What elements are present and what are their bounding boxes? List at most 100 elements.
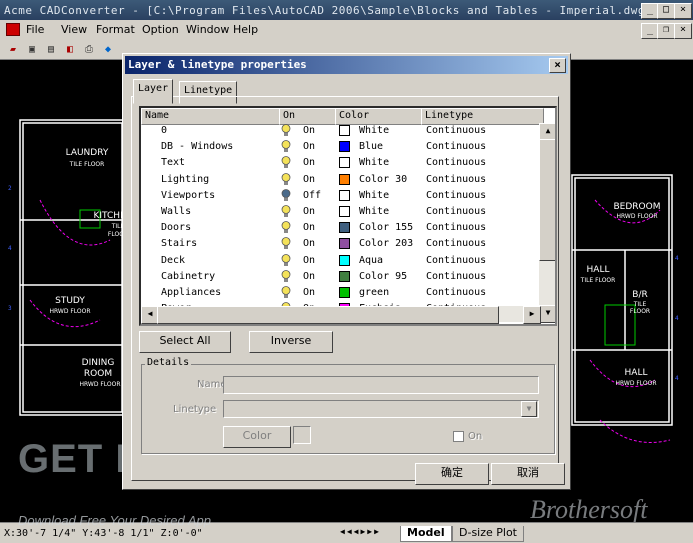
ok-button[interactable]: 确定	[415, 463, 489, 485]
vertical-scrollbar[interactable]: ▲ ▼	[539, 123, 555, 323]
layers-icon[interactable]: ◆	[100, 42, 116, 57]
lightbulb-icon[interactable]	[281, 205, 291, 218]
print-icon[interactable]: ⎙	[81, 42, 97, 57]
color-swatch[interactable]	[339, 189, 350, 201]
watermark-tagline: Download Free Your Desired App	[18, 513, 211, 528]
save-icon[interactable]: ▣	[24, 42, 40, 57]
room-floor-bedroom: HRWD FLOOR	[616, 213, 657, 220]
on-checkbox[interactable]	[453, 431, 464, 442]
hscroll-thumb[interactable]	[157, 306, 499, 324]
color-swatch-preview	[293, 426, 311, 444]
maximize-button[interactable]: □	[657, 3, 675, 19]
color-swatch[interactable]	[339, 270, 350, 282]
layer-row[interactable]: Text On White Continuous	[141, 155, 539, 171]
lightbulb-icon[interactable]	[281, 140, 291, 153]
cancel-button[interactable]: 取消	[491, 463, 565, 485]
lightbulb-icon[interactable]	[281, 188, 291, 202]
layer-on-state: On	[303, 270, 316, 282]
color-swatch[interactable]	[339, 125, 350, 136]
svg-text:4: 4	[675, 315, 679, 322]
layer-row[interactable]: Doors On Color 155 Continuous	[141, 220, 539, 236]
room-floor-dining: HRWD FLOOR	[79, 381, 120, 388]
horizontal-scrollbar[interactable]: ◀ ▶	[141, 306, 541, 324]
room-floor-study: HRWD FLOOR	[49, 308, 90, 315]
layer-name: Stairs	[161, 238, 198, 250]
room-floor-hall-1: TILE FLOOR	[580, 277, 616, 284]
doc-restore-button[interactable]: ❐	[657, 23, 675, 39]
layer-row[interactable]: Walls On White Continuous	[141, 204, 539, 220]
color-button[interactable]: Color	[223, 426, 291, 448]
color-swatch[interactable]	[339, 238, 350, 250]
select-all-button[interactable]: Select All	[139, 331, 231, 353]
layer-name: DB - Windows	[161, 141, 234, 153]
lightbulb-icon[interactable]	[281, 124, 291, 137]
color-swatch[interactable]	[339, 141, 350, 153]
chevron-down-icon[interactable]: ▼	[521, 401, 537, 417]
tab-d-size-plot[interactable]: D-size Plot	[452, 526, 524, 542]
room-floor-laundry: TILE FLOOR	[69, 161, 105, 168]
coordinates-readout: X:30'-7 1/4" Y:43'-8 1/1" Z:0'-0"	[4, 528, 203, 539]
color-swatch[interactable]	[339, 206, 350, 217]
lightbulb-icon[interactable]	[281, 172, 291, 186]
tab-nav-arrows[interactable]: ◀◀◀▶▶▶	[340, 527, 396, 540]
menu-view[interactable]: View	[61, 23, 87, 36]
layer-row[interactable]: Stairs On Color 203 Continuous	[141, 236, 539, 252]
layer-row[interactable]: Deck On Aqua Continuous	[141, 253, 539, 269]
layer-row[interactable]: DB - Windows On Blue Continuous	[141, 139, 539, 155]
menu-format[interactable]: Format	[96, 23, 135, 36]
lightbulb-icon[interactable]	[281, 237, 291, 250]
menu-option[interactable]: Option	[142, 23, 179, 36]
layer-row[interactable]: Lighting On Color 30 Continuous	[141, 172, 539, 188]
layer-linetype: Continuous	[426, 141, 487, 153]
layer-row[interactable]: 0 On White Continuous	[141, 123, 539, 139]
color-swatch[interactable]	[339, 254, 350, 266]
scroll-down-icon[interactable]: ▼	[539, 305, 555, 323]
layer-color: Color 95	[359, 270, 408, 282]
color-swatch[interactable]	[339, 157, 350, 169]
lightbulb-icon[interactable]	[281, 156, 291, 169]
layer-color: Color 155	[359, 222, 414, 234]
tab-model[interactable]: Model	[400, 526, 452, 542]
inverse-button[interactable]: Inverse	[249, 331, 333, 353]
lightbulb-icon[interactable]	[281, 253, 291, 267]
layer-linetype: Continuous	[426, 238, 487, 250]
color-swatch[interactable]	[339, 222, 350, 234]
room-label-bedroom: BEDROOM	[614, 202, 661, 212]
layer-name: Doors	[161, 222, 192, 234]
color-swatch[interactable]	[339, 287, 350, 298]
convert-icon[interactable]: ◧	[62, 42, 78, 57]
close-button[interactable]: ×	[674, 3, 692, 19]
layer-linetype: Continuous	[426, 206, 487, 217]
dialog-close-button[interactable]: ×	[549, 58, 566, 73]
room-label-br: B/R	[632, 290, 647, 300]
scroll-thumb[interactable]	[539, 139, 555, 261]
menu-window[interactable]: Window	[186, 23, 229, 36]
save-as-icon[interactable]: ▤	[43, 42, 59, 57]
layer-row[interactable]: Viewports Off White Continuous	[141, 188, 539, 204]
doc-close-button[interactable]: ×	[674, 23, 692, 39]
lightbulb-icon[interactable]	[281, 269, 291, 283]
layer-row[interactable]: Cabinetry On Color 95 Continuous	[141, 269, 539, 285]
scroll-right-icon[interactable]: ▶	[523, 306, 541, 324]
linetype-select[interactable]: ▼	[223, 400, 539, 418]
layer-linetype: Continuous	[426, 157, 487, 169]
menu-help[interactable]: Help	[233, 23, 258, 36]
app-icon[interactable]	[6, 23, 20, 36]
layer-list[interactable]: Name On Color Linetype 0 On White Continuou…	[139, 106, 557, 326]
lightbulb-icon[interactable]	[281, 286, 291, 299]
window-title: Acme CADConverter - [C:\Program Files\Au…	[4, 4, 653, 17]
layer-on-state: On	[303, 157, 316, 169]
layer-name: Viewports	[161, 189, 216, 201]
layer-color: White	[359, 125, 390, 136]
layer-on-state: On	[303, 287, 316, 298]
name-field[interactable]	[223, 376, 539, 394]
open-icon[interactable]: ▰	[5, 42, 21, 57]
lightbulb-icon[interactable]	[281, 221, 291, 234]
svg-text:2: 2	[8, 185, 12, 192]
color-swatch[interactable]	[339, 173, 350, 185]
room-floor-br-2: FLOOR	[630, 308, 650, 315]
menu-file[interactable]: File	[26, 23, 44, 36]
on-checkbox-label: On	[468, 431, 483, 442]
tab-layer[interactable]: Layer	[133, 79, 174, 104]
layer-row[interactable]: Appliances On green Continuous	[141, 285, 539, 301]
